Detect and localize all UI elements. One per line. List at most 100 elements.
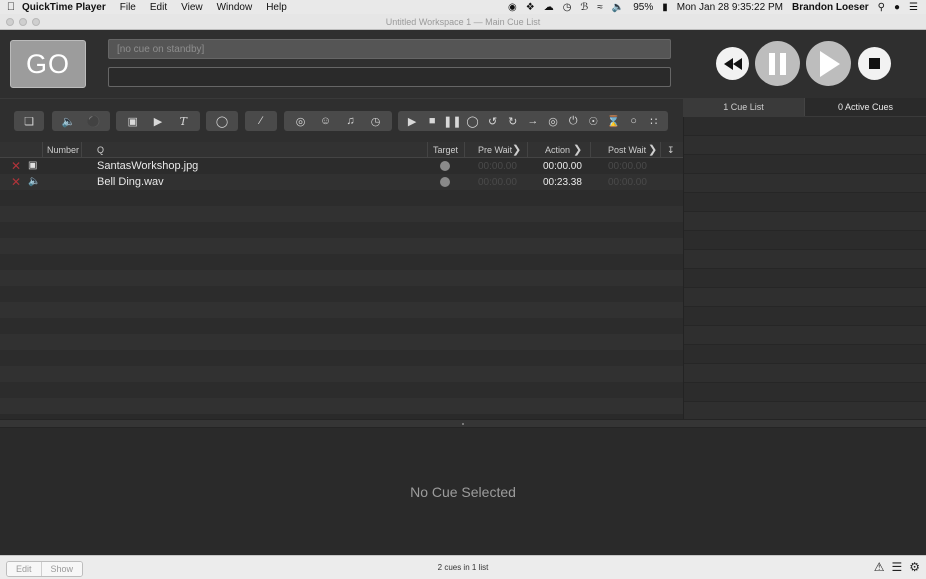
wait-cue-icon[interactable]: ⌛ xyxy=(606,114,621,128)
post-wait-value[interactable]: 00:00.00 xyxy=(608,161,647,172)
battery-percent[interactable]: 95% xyxy=(633,2,653,13)
record-icon[interactable]: ◉ xyxy=(508,2,517,13)
cue-name[interactable]: Bell Ding.wav xyxy=(97,176,164,188)
target-icon[interactable] xyxy=(440,177,450,187)
audio-icon: 🔈 xyxy=(28,176,41,187)
siri-icon[interactable]: ● xyxy=(894,2,900,13)
window-titlebar: Untitled Workspace 1 — Main Cue List xyxy=(0,14,926,30)
bluetooth-icon[interactable]: ℬ xyxy=(580,2,588,13)
dropbox-icon[interactable]: ❖ xyxy=(526,2,535,13)
continue-mode-icon[interactable]: ↧ xyxy=(667,145,675,156)
video-cue-icon[interactable]: ▣ xyxy=(126,114,140,128)
notification-center-icon[interactable]: ☰ xyxy=(909,2,918,13)
pre-wait-value[interactable]: 00:00.00 xyxy=(478,177,517,188)
column-action[interactable]: Action xyxy=(545,145,570,155)
status-bar: Edit Show 2 cues in 1 list ⚠ ☰ ⚙ xyxy=(0,555,926,579)
script-cue-icon[interactable]: ∷ xyxy=(647,114,661,128)
cue-count: 2 cues in 1 list xyxy=(437,563,489,572)
play-button[interactable] xyxy=(806,41,851,86)
network-cue-icon[interactable]: ◎ xyxy=(294,114,308,128)
group-cue-group: ❏ xyxy=(14,111,44,131)
spotlight-search-icon[interactable]: ⚲ xyxy=(878,2,885,13)
chevron-right-icon[interactable]: ❯ xyxy=(573,143,582,156)
action-value[interactable]: 00:00.00 xyxy=(543,161,582,172)
load-cue-icon[interactable]: ◯ xyxy=(465,114,479,128)
column-q[interactable]: Q xyxy=(97,145,104,155)
window-title: Untitled Workspace 1 — Main Cue List xyxy=(385,16,541,27)
video-icon: ▣ xyxy=(28,160,38,171)
standby-cue-field[interactable]: [no cue on standby] xyxy=(108,39,671,59)
rewind-icon xyxy=(723,57,742,70)
chevron-right-icon[interactable]: ❯ xyxy=(512,143,521,156)
pause-button[interactable] xyxy=(755,41,800,86)
pane-splitter[interactable] xyxy=(0,419,926,428)
cloud-icon[interactable]: ☁ xyxy=(544,2,554,13)
tab-cue-lists[interactable]: 1 Cue List xyxy=(683,98,804,116)
stop-button[interactable] xyxy=(858,47,891,80)
target-cue-icon[interactable]: ◎ xyxy=(546,114,560,128)
list-icon[interactable]: ☰ xyxy=(891,560,902,574)
column-target[interactable]: Target xyxy=(433,145,458,155)
group-light: ◯ xyxy=(206,111,238,131)
user-name[interactable]: Brandon Loeser xyxy=(792,2,869,13)
text-cue-icon[interactable]: T xyxy=(176,114,190,128)
warning-icon[interactable]: ⚠ xyxy=(874,560,885,574)
play-icon xyxy=(819,50,840,77)
clock[interactable]: Mon Jan 28 9:35:22 PM xyxy=(677,2,783,13)
target-icon[interactable] xyxy=(440,161,450,171)
group-network: ◎ ☺ ♫ ◷ xyxy=(284,111,392,131)
app-menu[interactable]: QuickTime Player xyxy=(22,2,106,13)
status-icons: ⚠ ☰ ⚙ xyxy=(874,560,920,574)
volume-icon[interactable]: 🔈 xyxy=(612,2,624,13)
fade-cue-icon[interactable]: ∕ xyxy=(254,114,268,128)
music-cue-icon[interactable]: ♫ xyxy=(344,114,358,128)
devamp-cue-icon[interactable]: ↻ xyxy=(506,114,520,128)
apple-icon[interactable]:  xyxy=(0,1,22,13)
cue-row[interactable]: ✕ 🔈 Bell Ding.wav 00:00.00 00:23.38 00:0… xyxy=(0,174,683,190)
transport-controls xyxy=(683,30,926,98)
menu-bar:  QuickTime Player File Edit View Window… xyxy=(0,0,926,14)
cue-row[interactable]: ✕ ▣ SantasWorkshop.jpg 00:00.00 00:00.00… xyxy=(0,158,683,174)
cue-notes-field[interactable] xyxy=(108,67,671,87)
audio-cue-icon[interactable]: 🔈 xyxy=(62,114,76,128)
camera-cue-icon[interactable]: ▶ xyxy=(151,114,165,128)
memo-cue-icon[interactable]: ○ xyxy=(627,114,641,128)
arm-cue-icon[interactable]: ⏻ xyxy=(566,114,580,128)
menu-edit[interactable]: Edit xyxy=(150,2,167,13)
gear-icon[interactable]: ⚙ xyxy=(909,560,920,574)
wifi-icon[interactable]: ≈ xyxy=(597,2,603,13)
rewind-button[interactable] xyxy=(716,47,749,80)
stop-cue-icon[interactable]: ■ xyxy=(425,114,439,128)
pause-cue-icon[interactable]: ❚❚ xyxy=(443,114,461,128)
chevron-right-icon[interactable]: ❯ xyxy=(648,143,657,156)
light-cue-icon[interactable]: ◯ xyxy=(215,114,229,128)
battery-icon[interactable]: ▮ xyxy=(662,2,668,13)
group-fade: ∕ xyxy=(245,111,277,131)
menu-window[interactable]: Window xyxy=(217,2,253,13)
disarm-cue-icon[interactable]: ☉ xyxy=(586,114,600,128)
menu-file[interactable]: File xyxy=(120,2,136,13)
pre-wait-value[interactable]: 00:00.00 xyxy=(478,161,517,172)
goto-cue-icon[interactable]: → xyxy=(526,114,540,128)
mic-cue-icon[interactable]: ⚫ xyxy=(87,114,101,128)
group-cue-icon[interactable]: ❏ xyxy=(22,114,36,128)
cue-name[interactable]: SantasWorkshop.jpg xyxy=(97,160,198,172)
side-tabs: 1 Cue List 0 Active Cues xyxy=(683,98,926,117)
action-value[interactable]: 00:23.38 xyxy=(543,177,582,188)
start-cue-icon[interactable]: ▶ xyxy=(405,114,419,128)
column-pre-wait[interactable]: Pre Wait xyxy=(478,145,512,155)
tab-active-cues[interactable]: 0 Active Cues xyxy=(804,98,926,116)
go-button[interactable]: GO xyxy=(10,40,86,88)
pause-icon xyxy=(768,52,786,75)
menu-view[interactable]: View xyxy=(181,2,203,13)
midi-cue-icon[interactable]: ☺ xyxy=(319,114,333,128)
reset-cue-icon[interactable]: ↺ xyxy=(486,114,500,128)
menu-help[interactable]: Help xyxy=(266,2,287,13)
column-number[interactable]: Number xyxy=(47,145,79,155)
cue-list: ✕ ▣ SantasWorkshop.jpg 00:00.00 00:00.00… xyxy=(0,158,683,419)
post-wait-value[interactable]: 00:00.00 xyxy=(608,177,647,188)
group-audio: 🔈 ⚫ xyxy=(52,111,110,131)
column-post-wait[interactable]: Post Wait xyxy=(608,145,646,155)
timecode-cue-icon[interactable]: ◷ xyxy=(369,114,383,128)
timemachine-icon[interactable]: ◷ xyxy=(563,2,572,13)
